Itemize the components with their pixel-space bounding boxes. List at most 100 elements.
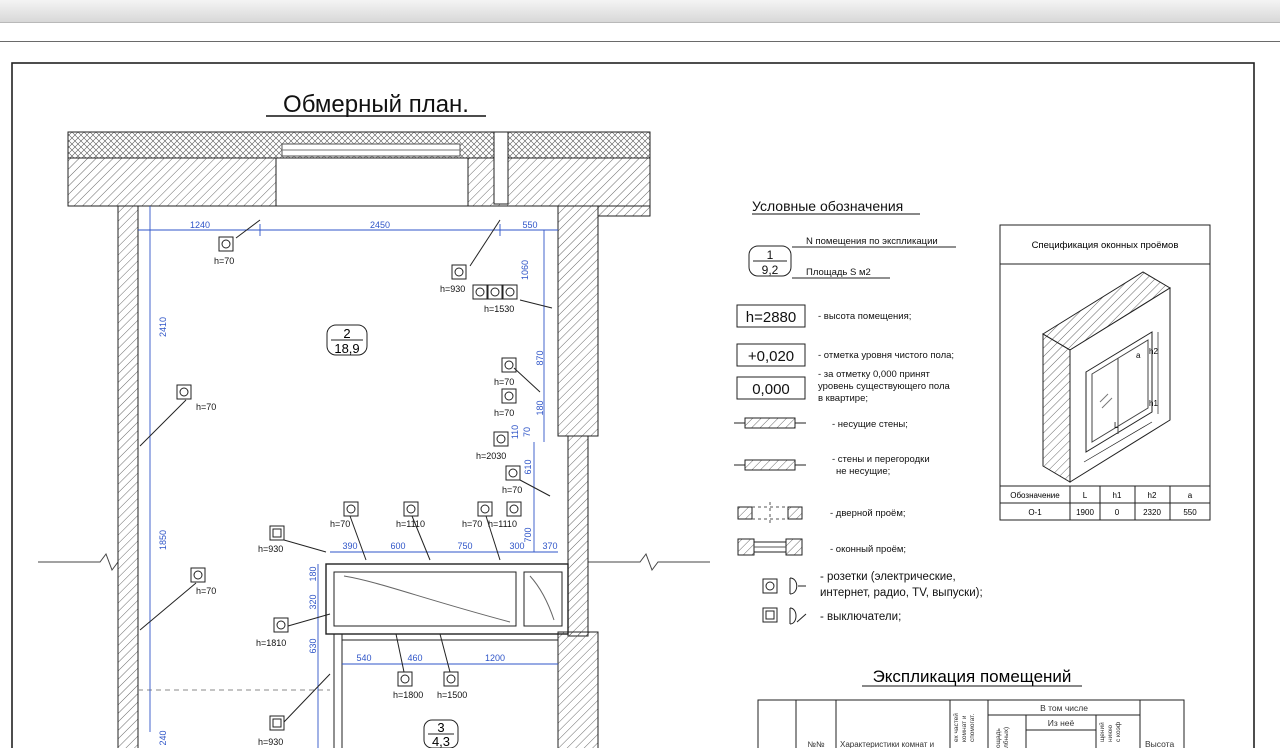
dim-320: 320: [308, 594, 318, 609]
level-box: +0,020: [748, 348, 794, 365]
hdr-v4: ощадь: [995, 728, 1002, 748]
hdr-v3: спомогат.: [969, 714, 976, 742]
h-label-4: h=70: [494, 377, 514, 387]
dim-610: 610: [523, 459, 533, 474]
dim-1240: 1240: [190, 220, 210, 230]
dim-1200: 1200: [485, 653, 505, 663]
dim-180: 180: [535, 400, 545, 415]
spec-cell: 1900: [1076, 508, 1094, 517]
bearing-wall-symbol: [734, 417, 806, 429]
viewer-toolbar: [0, 0, 1280, 23]
room-number: 3: [437, 720, 444, 735]
dim-300: 300: [509, 541, 524, 551]
area-label: Площадь S м2: [806, 267, 871, 278]
room-num-label: N помещения по экспликации: [806, 236, 938, 247]
dim-750: 750: [457, 541, 472, 551]
spec-hdr-h2: h2: [1148, 491, 1157, 500]
drawing-sheet: Обмерный план. 1240 2450 550 1060 2410 8…: [0, 41, 1280, 753]
room-number: 2: [343, 326, 350, 341]
plan-title: Обмерный план.: [283, 91, 469, 118]
spec-label-a: a: [1136, 351, 1141, 360]
sockets-desc-2: интернет, радио, TV, выпуски);: [820, 587, 983, 599]
explication-title: Экспликация помещений: [873, 667, 1072, 686]
sample-area: 9,2: [762, 263, 779, 277]
sockets: [176, 236, 522, 731]
spec-hdr-a: a: [1188, 491, 1193, 500]
sample-num: 1: [767, 248, 774, 262]
legend-title: Условные обозначения: [752, 198, 903, 214]
dim-2450: 2450: [370, 220, 390, 230]
spec-cell: О-1: [1028, 508, 1042, 517]
hdr-v6: щений: [1098, 722, 1106, 742]
height-desc: - высота помещения;: [818, 311, 911, 322]
spec-hdr-code: Обозначение: [1010, 491, 1060, 500]
h-label-17: h=1500: [437, 690, 467, 700]
zero-desc-3: в квартире;: [818, 393, 868, 404]
room-tag-2: 2 18,9: [326, 324, 368, 356]
hdr-incl: В том числе: [1040, 703, 1088, 713]
dim-110: 110: [510, 425, 520, 439]
room-tag-3: 3 4,3: [423, 719, 459, 749]
h-label-2: h=930: [440, 284, 465, 294]
h-label-18: h=930: [258, 737, 283, 747]
zero-box: 0,000: [752, 381, 790, 398]
spec-cell: 2320: [1143, 508, 1161, 517]
dim-180b: 180: [308, 566, 318, 581]
h-label-14: h=70: [196, 586, 216, 596]
room-area: 18,9: [334, 341, 359, 356]
height-box: h=2880: [746, 309, 796, 326]
switch-legend-icon: [762, 607, 807, 625]
h-label-12: h=1110: [488, 519, 517, 529]
window-symbol: [737, 538, 803, 556]
hdr-v5: лбных): [1002, 727, 1010, 748]
spec-title: Спецификация оконных проёмов: [1032, 240, 1179, 251]
dim-630: 630: [308, 638, 318, 653]
dim-370: 370: [542, 541, 557, 551]
h-label-1: h=70: [214, 256, 234, 266]
spec-label-h1: h1: [1149, 399, 1158, 408]
spec-hdr-h1: h1: [1113, 491, 1122, 500]
h-label-16: h=1800: [393, 690, 423, 700]
socket-legend-icon: [762, 577, 806, 595]
bearing-desc: - несущие стены;: [832, 419, 908, 430]
door-symbol: [737, 502, 803, 524]
h-label-13: h=930: [258, 544, 283, 554]
dim-460: 460: [407, 653, 422, 663]
nonbearing-desc-1: - стены и перегородки: [832, 454, 930, 465]
dim-2410: 2410: [158, 317, 168, 337]
h-label-8: h=70: [502, 485, 522, 495]
dim-240: 240: [158, 730, 168, 745]
h-label-6: h=70: [196, 402, 216, 412]
dim-540: 540: [356, 653, 371, 663]
dim-550: 550: [522, 220, 537, 230]
hdr-of-which: Из неё: [1048, 718, 1075, 728]
right-wall: [557, 205, 599, 437]
dim-870: 870: [535, 350, 545, 365]
room-area: 4,3: [432, 734, 450, 748]
closet-block: [325, 563, 569, 635]
dimension-lines: [138, 206, 558, 748]
dim-70: 70: [522, 427, 532, 437]
zero-desc-1: - за отметку 0,000 принят: [818, 369, 931, 380]
h-label-10: h=1110: [396, 519, 425, 529]
dim-390: 390: [342, 541, 357, 551]
level-desc: - отметка уровня чистого пола;: [818, 350, 954, 361]
switches-desc: - выключатели;: [820, 611, 901, 623]
h-label-5: h=70: [494, 408, 514, 418]
h-label-7: h=2030: [476, 451, 506, 461]
dim-1060: 1060: [520, 260, 530, 280]
spec-cell: 550: [1183, 508, 1197, 517]
dim-1850: 1850: [158, 530, 168, 550]
nonbearing-wall-symbol: [734, 459, 806, 471]
spec-cell: 0: [1115, 508, 1120, 517]
spec-label-h2: h2: [1149, 347, 1158, 356]
sockets-desc-1: - розетки (электрические,: [820, 571, 956, 583]
leader-lines: [139, 219, 553, 723]
explication-table: Экспликация помещений В том числе Из неё…: [757, 667, 1185, 753]
left-wall: [117, 205, 139, 752]
legend: Условные обозначения 1 9,2 N помещения п…: [734, 198, 983, 625]
hdr-v8: с коэф: [1115, 721, 1122, 742]
h-label-9: h=70: [330, 519, 350, 529]
spec-label-L: L: [1114, 421, 1119, 430]
door-desc: - дверной проём;: [830, 508, 906, 519]
